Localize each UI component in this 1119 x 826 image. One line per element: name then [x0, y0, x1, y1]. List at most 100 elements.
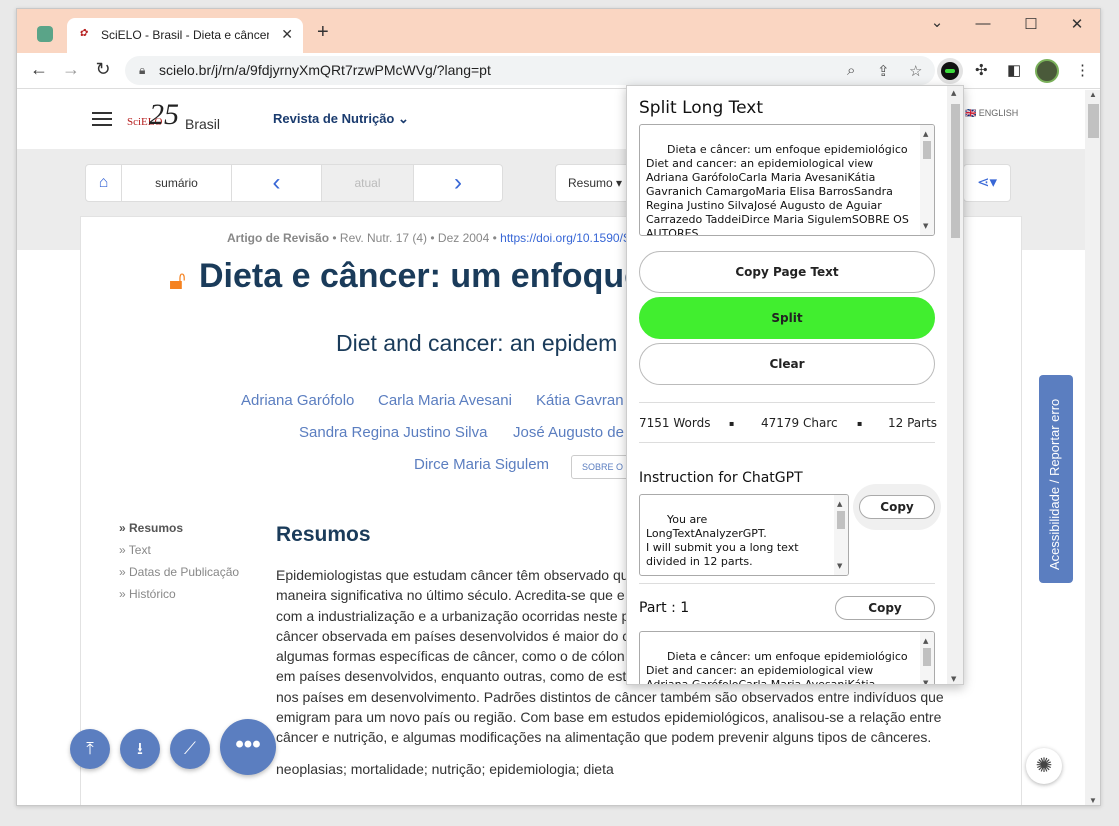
part-textarea[interactable]: Dieta e câncer: um enfoque epidemiológic…	[639, 631, 935, 685]
profile-avatar[interactable]	[1035, 59, 1059, 83]
share-page-icon[interactable]: ⇪	[877, 62, 890, 80]
parts-count: 12 Parts	[888, 416, 938, 430]
journal-dropdown[interactable]: Revista de Nutrição ⌄	[273, 111, 409, 127]
browser-toolbar: ← → ↻ 🔒︎ scielo.br/j/rn/a/9fdjyrnyXmQRt7…	[17, 53, 1100, 89]
scroll-down-icon[interactable]: ▼	[1089, 796, 1097, 805]
new-tab-button[interactable]: +	[317, 21, 329, 44]
chatgpt-badge-icon[interactable]: ✺	[1026, 748, 1062, 784]
author-link[interactable]: Dirce Maria Sigulem	[414, 456, 549, 473]
more-options-button[interactable]: •••	[220, 719, 276, 775]
divider	[639, 402, 935, 403]
popup-scroll-up-icon[interactable]: ▲	[951, 89, 956, 97]
share-icon[interactable]: ⋖▾	[963, 164, 1011, 202]
instruction-label: Instruction for ChatGPT	[639, 470, 803, 486]
scroll-up-icon[interactable]: ▲	[1089, 90, 1097, 99]
author-link[interactable]: Sandra Regina Justino Silva	[299, 424, 487, 441]
article-citation: • Rev. Nutr. 17 (4) • Dez 2004 •	[329, 231, 501, 245]
divider	[639, 583, 935, 584]
abstract-line: nos países em desenvolvimento. Padrões d…	[276, 688, 944, 705]
textarea-scrollbar[interactable]: ▲ ▼	[834, 495, 848, 575]
author-link[interactable]: Kátia Gavran	[536, 392, 624, 409]
popup-scroll-thumb[interactable]	[951, 104, 960, 238]
textarea-scrollbar[interactable]: ▲ ▼	[920, 125, 934, 235]
language-label: ENGLISH	[978, 108, 1019, 118]
doi-link[interactable]: https://doi.org/10.1590/S	[500, 231, 631, 245]
maximize-button[interactable]: ☐	[1008, 15, 1054, 33]
author-link[interactable]: Carla Maria Avesani	[378, 392, 512, 409]
close-tab-icon[interactable]: ✕	[281, 26, 293, 43]
author-link[interactable]: José Augusto de	[513, 424, 624, 441]
article-title: Dieta e câncer: um enfoque	[199, 257, 644, 295]
abstract-line: emigram para um novo país ou região. Com…	[276, 709, 942, 726]
scroll-top-icon[interactable]: ⤒	[70, 729, 110, 769]
country-label: Brasil	[185, 116, 221, 132]
table-of-contents: » Resumos » Text » Datas de Publicação »…	[119, 521, 239, 609]
split-long-text-popup: Split Long Text Dieta e câncer: um enfoq…	[626, 85, 964, 685]
menu-kebab-icon[interactable]: ⋮	[1075, 61, 1090, 79]
chatgpt-tab-icon[interactable]	[37, 26, 53, 42]
tab-search-icon[interactable]: ⌄	[914, 13, 960, 31]
toc-item-resumos[interactable]: » Resumos	[119, 521, 239, 535]
popup-title: Split Long Text	[639, 98, 764, 118]
accessibility-label: Acessibilidade / Reportar erro	[1047, 398, 1062, 570]
instruction-textarea[interactable]: You are LongTextAnalyzerGPT. I will subm…	[639, 494, 849, 576]
metrics-chart-icon[interactable]: ⟋	[170, 729, 210, 769]
lock-icon[interactable]: 🔒︎	[139, 63, 145, 78]
source-text: Dieta e câncer: um enfoque epidemiológic…	[646, 143, 909, 236]
section-heading: Resumos	[276, 523, 371, 546]
word-count: 7151 Words	[639, 416, 711, 430]
keywords: neoplasias; mortalidade; nutrição; epide…	[276, 761, 614, 777]
copy-page-text-button[interactable]: Copy Page Text	[639, 251, 935, 293]
current-issue-link[interactable]: atual	[322, 165, 414, 201]
active-tab[interactable]: ✿ SciELO - Brasil - Dieta e câncer: u ✕	[67, 18, 303, 53]
part-label: Part : 1	[639, 600, 690, 616]
popup-scrollbar[interactable]: ▲ ▼	[947, 86, 963, 684]
sumario-link[interactable]: sumário	[122, 165, 232, 201]
copy-instruction-button[interactable]: Copy	[859, 495, 935, 519]
address-bar[interactable]: 🔒︎ scielo.br/j/rn/a/9fdjyrnyXmQRt7rzwPMc…	[125, 56, 935, 85]
author-link[interactable]: Adriana Garófolo	[241, 392, 354, 409]
page-scrollbar[interactable]: ▲ ▼	[1085, 90, 1100, 805]
stats-separator: ▪	[857, 419, 863, 428]
hamburger-menu-icon[interactable]	[92, 112, 112, 130]
part-text: Dieta e câncer: um enfoque epidemiológic…	[646, 650, 908, 685]
source-textarea[interactable]: Dieta e câncer: um enfoque epidemiológic…	[639, 124, 935, 236]
back-button[interactable]: ←	[27, 59, 51, 80]
article-navbar: ⌂ sumário ‹ atual ›	[85, 164, 503, 202]
split-extension-icon[interactable]	[937, 58, 963, 84]
bookmark-star-icon[interactable]: ☆	[909, 62, 922, 80]
clear-button[interactable]: Clear	[639, 343, 935, 385]
article-type: Artigo de Revisão	[227, 231, 330, 245]
stats-separator: ▪	[729, 419, 735, 428]
toc-item-datas[interactable]: » Datas de Publicação	[119, 565, 239, 579]
url-text[interactable]: scielo.br/j/rn/a/9fdjyrnyXmQRt7rzwPMcWVg…	[159, 62, 491, 78]
zoom-icon[interactable]: ⌕	[847, 62, 855, 79]
home-icon[interactable]: ⌂	[86, 165, 122, 201]
open-access-lock-icon: 🔓︎	[169, 265, 186, 295]
char-count: 47179 Charc	[761, 416, 838, 430]
page-scroll-thumb[interactable]	[1088, 104, 1099, 138]
extensions-puzzle-icon[interactable]: ✣	[975, 61, 988, 79]
scielo-favicon-icon: ✿	[79, 28, 88, 39]
toc-item-text[interactable]: » Text	[119, 543, 239, 557]
tab-title: SciELO - Brasil - Dieta e câncer: u	[101, 28, 269, 42]
previous-issue-chevron-icon[interactable]: ‹	[232, 165, 322, 201]
minimize-button[interactable]: —	[960, 15, 1006, 32]
download-icon[interactable]: ⭳	[120, 729, 160, 769]
toc-item-historico[interactable]: » Histórico	[119, 587, 239, 601]
divider	[639, 442, 935, 443]
forward-button[interactable]: →	[59, 59, 83, 80]
popup-scroll-down-icon[interactable]: ▼	[951, 675, 956, 683]
next-issue-chevron-icon[interactable]: ›	[414, 165, 502, 201]
language-english-link[interactable]: 🇬🇧 ENGLISH	[965, 108, 1018, 119]
close-window-button[interactable]: ✕	[1054, 15, 1100, 33]
title-bar: ✿ SciELO - Brasil - Dieta e câncer: u ✕ …	[17, 9, 1100, 53]
article-meta: Artigo de Revisão • Rev. Nutr. 17 (4) • …	[227, 231, 631, 245]
accessibility-report-tab[interactable]: Acessibilidade / Reportar erro	[1039, 375, 1073, 583]
textarea-scrollbar[interactable]: ▲ ▼	[920, 632, 934, 684]
logo-number: 25	[149, 98, 179, 131]
split-button[interactable]: Split	[639, 297, 935, 339]
copy-part-button[interactable]: Copy	[835, 596, 935, 620]
reload-button[interactable]: ↻	[91, 59, 115, 80]
side-panel-icon[interactable]: ◧	[1007, 61, 1021, 79]
